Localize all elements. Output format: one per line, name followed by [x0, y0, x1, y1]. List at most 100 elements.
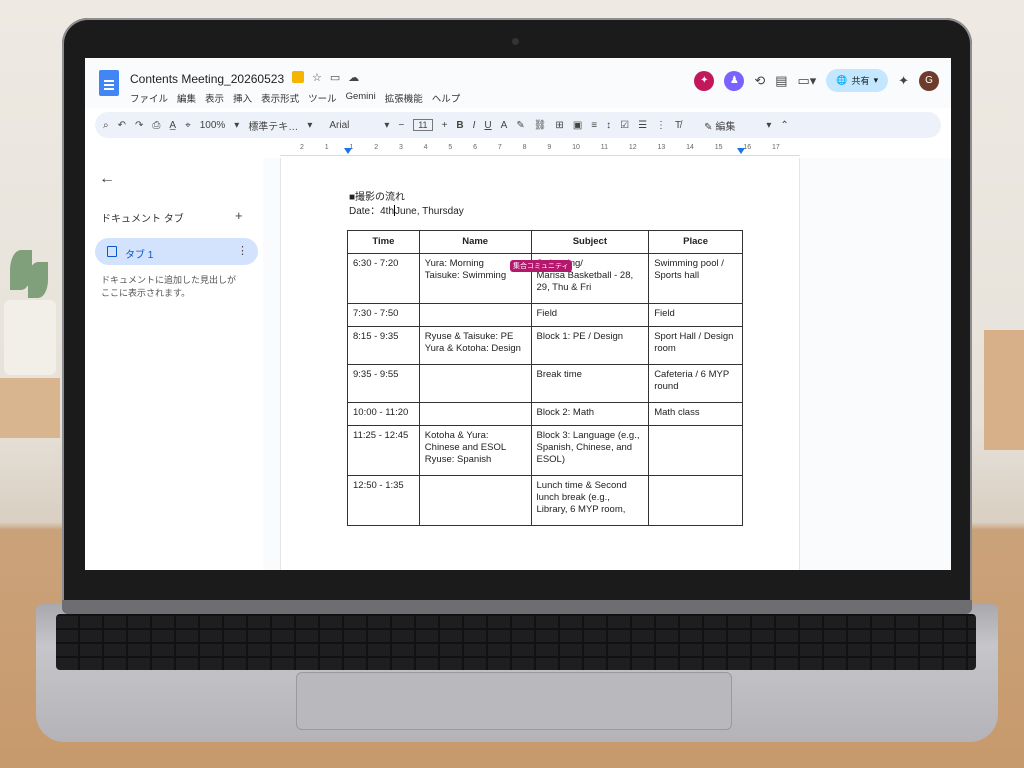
menu-insert[interactable]: 挿入	[233, 91, 252, 105]
document-page[interactable]: ■撮影の流れ Date：4thJune, Thursday Time Name …	[280, 158, 800, 570]
insert-image-icon[interactable]: ▣	[573, 120, 582, 131]
header-name[interactable]: Name	[418, 230, 532, 254]
menu-edit[interactable]: 編集	[177, 91, 196, 105]
menu-view[interactable]: 表示	[205, 91, 224, 105]
cell-place[interactable]	[648, 475, 743, 526]
ruler-number: 11	[600, 144, 608, 151]
cell-place[interactable]	[648, 425, 743, 476]
decrease-font-size-icon[interactable]: −	[398, 120, 404, 131]
move-folder-icon[interactable]: ▭	[330, 71, 340, 84]
cell-subject[interactable]: Block 1: PE / Design	[530, 326, 650, 365]
comments-icon[interactable]: ▤	[775, 73, 787, 89]
chevron-down-icon: ▾	[307, 119, 313, 131]
history-icon[interactable]: ⟲	[754, 73, 765, 89]
increase-font-size-icon[interactable]: +	[442, 120, 448, 131]
paint-format-icon[interactable]: ⌖	[185, 120, 191, 131]
menu-tools[interactable]: ツール	[308, 91, 337, 105]
cell-name[interactable]: Ryuse & Taisuke: PE Yura & Kotoha: Desig…	[418, 326, 532, 365]
docs-extension-icon[interactable]	[292, 71, 304, 83]
numbered-list-icon[interactable]: ⋮	[656, 120, 666, 131]
cell-place[interactable]: Sport Hall / Design room	[648, 326, 743, 365]
menu-file[interactable]: ファイル	[130, 91, 168, 105]
cell-time[interactable]: 6:30 - 7:20	[347, 253, 420, 304]
menu-format[interactable]: 表示形式	[261, 91, 299, 105]
more-options-icon[interactable]: ⋮	[237, 244, 248, 257]
cell-time[interactable]: 10:00 - 11:20	[347, 402, 420, 426]
cell-subject[interactable]: Break time	[530, 364, 650, 403]
tab-1[interactable]: タブ 1 ⋮	[95, 238, 258, 265]
cell-time[interactable]: 7:30 - 7:50	[347, 303, 420, 327]
cell-place[interactable]: Math class	[648, 402, 743, 426]
cell-place[interactable]: Field	[648, 303, 743, 327]
bold-icon[interactable]: B	[456, 120, 463, 131]
cell-subject[interactable]: Lunch time & Second lunch break (e.g., L…	[530, 475, 650, 526]
cell-time[interactable]: 12:50 - 1:35	[347, 475, 420, 526]
cell-subject[interactable]: Block 3: Language (e.g., Spanish, Chines…	[530, 425, 650, 476]
cell-subject[interactable]: Block 2: Math	[530, 402, 650, 426]
cell-name[interactable]	[418, 402, 532, 426]
cell-name[interactable]: Kotoha & Yura: Chinese and ESOL Ryuse: S…	[418, 425, 532, 476]
meet-icon[interactable]: ▭▾	[798, 73, 817, 89]
document-title[interactable]: Contents Meeting_20260523	[130, 72, 284, 86]
collaborator-avatar[interactable]: ✦	[694, 70, 715, 91]
ruler-number: 3	[398, 144, 403, 151]
horizontal-ruler[interactable]: 2 1 1 2 3 4 5 6 7 8 9 10 11 12 13 14 15 16 17	[280, 144, 800, 156]
align-icon[interactable]: ≡	[591, 120, 597, 131]
laptop-screen: Contents Meeting_20260523 ☆ ▭ ☁ ファイル 編集 …	[85, 58, 951, 570]
cell-time[interactable]: 11:25 - 12:45	[347, 425, 420, 476]
left-indent-marker[interactable]	[344, 148, 352, 154]
plant-pot	[4, 300, 56, 375]
star-icon[interactable]: ☆	[312, 71, 322, 84]
checklist-icon[interactable]: ☑	[620, 120, 629, 131]
cloud-status-icon[interactable]: ☁	[348, 71, 359, 84]
line-spacing-icon[interactable]: ↕	[606, 120, 611, 131]
paragraph-style-select[interactable]: 標準テキ…	[248, 118, 298, 133]
font-select[interactable]: Arial	[329, 120, 375, 131]
cell-subject[interactable]: Field	[530, 303, 650, 327]
ruler-number: 2	[300, 144, 304, 151]
print-icon[interactable]: ⎙	[152, 120, 160, 131]
underline-icon[interactable]: U	[484, 120, 491, 131]
schedule-table[interactable]: Time Name Subject Place 6:30 - 7:20 Yura:…	[347, 230, 743, 526]
cell-name[interactable]	[418, 475, 532, 526]
menu-gemini[interactable]: Gemini	[346, 91, 376, 105]
redo-icon[interactable]: ↷	[135, 120, 143, 131]
share-label: 共有	[851, 76, 870, 86]
collapse-menus-icon[interactable]: ⌃	[780, 120, 788, 131]
italic-icon[interactable]: I	[473, 120, 476, 131]
header-subject[interactable]: Subject	[530, 230, 650, 254]
search-icon[interactable]: ⌕	[103, 120, 109, 131]
right-indent-marker[interactable]	[737, 148, 745, 154]
cell-time[interactable]: 9:35 - 9:55	[347, 364, 420, 403]
cell-place[interactable]: Swimming pool / Sports hall	[648, 253, 743, 304]
cell-place[interactable]: Cafeteria / 6 MYP round	[648, 364, 743, 403]
back-arrow-icon[interactable]: ←	[99, 170, 115, 188]
highlight-icon[interactable]: ✎	[516, 120, 524, 131]
cell-name[interactable]	[418, 303, 532, 327]
cell-time[interactable]: 8:15 - 9:35	[347, 326, 420, 365]
clear-format-icon[interactable]: T̸	[675, 120, 681, 131]
cell-name[interactable]	[418, 364, 532, 403]
zoom-select[interactable]: 100%	[200, 120, 226, 131]
font-size-input[interactable]: 11	[413, 119, 433, 131]
collaborator-avatar[interactable]: ♟	[724, 70, 745, 91]
text-color-icon[interactable]: A	[501, 120, 508, 131]
account-avatar[interactable]: G	[919, 70, 939, 91]
bulleted-list-icon[interactable]: ☰	[638, 120, 647, 131]
menu-extensions[interactable]: 拡張機能	[385, 91, 423, 105]
menu-help[interactable]: ヘルプ	[432, 91, 461, 105]
date-prefix: Date：4th	[349, 206, 395, 217]
undo-icon[interactable]: ↶	[118, 120, 126, 131]
collaborator-cursor-badge: 集合コミュニティ	[510, 260, 572, 272]
gemini-sparkle-icon[interactable]: ✦	[898, 73, 909, 89]
link-icon[interactable]: ⛓	[534, 120, 547, 131]
add-comment-icon[interactable]: ⊞	[555, 120, 563, 131]
edit-mode-select[interactable]: ✎ 編集	[704, 118, 735, 133]
spellcheck-icon[interactable]: A̲	[169, 120, 176, 131]
ruler-number: 15	[714, 144, 723, 151]
google-docs-logo-icon[interactable]	[99, 70, 119, 96]
header-time[interactable]: Time	[347, 230, 420, 254]
share-button[interactable]: 🌐 共有 ▾	[826, 69, 889, 92]
header-place[interactable]: Place	[648, 230, 743, 254]
add-tab-icon[interactable]: +	[235, 208, 243, 223]
